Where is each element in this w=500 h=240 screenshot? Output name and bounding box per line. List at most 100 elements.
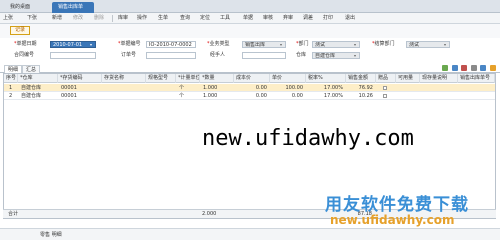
col-header[interactable]: 成本价 bbox=[234, 74, 270, 83]
calendar-icon[interactable]: ▾ bbox=[90, 43, 94, 47]
cell-price[interactable]: 0.00 bbox=[271, 92, 305, 100]
subtab-detail[interactable]: 明细 bbox=[4, 65, 23, 73]
watermark-chinese: 用友软件免费下载 bbox=[325, 195, 469, 215]
import-icon[interactable] bbox=[490, 65, 496, 71]
order-no-field[interactable] bbox=[146, 52, 196, 59]
gift-checkbox[interactable] bbox=[383, 94, 387, 98]
toolbar-tools-button[interactable]: 工具 bbox=[220, 14, 230, 23]
dropdown-arrow-icon[interactable]: ▾ bbox=[280, 43, 284, 47]
dept-label: *部门 bbox=[296, 41, 309, 47]
col-header[interactable]: *计量单位 bbox=[176, 74, 200, 83]
add-row-icon[interactable] bbox=[442, 65, 449, 71]
copy-row-icon[interactable] bbox=[451, 65, 458, 71]
cell-amount[interactable]: 10.26 bbox=[347, 92, 375, 100]
col-header[interactable]: *仓库 bbox=[18, 74, 58, 83]
cell-no: 1 bbox=[9, 85, 13, 91]
handler-label: 经手人 bbox=[210, 52, 226, 58]
cell-name[interactable] bbox=[103, 92, 145, 100]
subtab-summary[interactable]: 汇总 bbox=[22, 65, 41, 73]
toolbar-next-button[interactable]: 下张 bbox=[27, 14, 37, 23]
cell-spec[interactable] bbox=[147, 92, 175, 100]
cell-unit[interactable]: 个 bbox=[177, 84, 199, 92]
cell-amount[interactable]: 76.92 bbox=[347, 84, 375, 92]
cell-tax[interactable]: 17.00% bbox=[307, 92, 345, 100]
cell-cost[interactable]: 0.00 bbox=[235, 92, 269, 100]
cell-no: 2 bbox=[9, 93, 13, 99]
dept-select[interactable]: 测试 ▾ bbox=[312, 41, 360, 48]
col-header[interactable]: 赠品 bbox=[376, 74, 396, 83]
export-icon[interactable] bbox=[480, 65, 487, 71]
col-header[interactable]: 现存量说明 bbox=[420, 74, 458, 83]
handler-field[interactable] bbox=[242, 52, 286, 59]
cell-price[interactable]: 100.00 bbox=[271, 84, 305, 92]
toolbar-edit-button[interactable]: 修改 bbox=[73, 14, 83, 23]
settings-icon[interactable] bbox=[470, 65, 477, 71]
toolbar-adjust-button[interactable]: 调差 bbox=[303, 14, 313, 23]
toolbar-query-button[interactable]: 查询 bbox=[180, 14, 190, 23]
header-form: *单据日期 2010-07-01 ▾ *单据编号 IO-2010-07-0002 … bbox=[0, 38, 500, 64]
doc-no-label: *单据编号 bbox=[118, 41, 141, 47]
cell-unit[interactable]: 个 bbox=[177, 92, 199, 100]
tab-my-desktop[interactable]: 我的桌面 bbox=[4, 2, 44, 13]
record-button[interactable]: 记录 bbox=[10, 26, 30, 35]
table-row[interactable]: 1 自建仓库 00001 个 1.000 0.00 100.00 17.00% … bbox=[4, 84, 495, 92]
toolbar-new-button[interactable]: 新增 bbox=[52, 14, 62, 23]
grid-header: 序号 *仓库 *存货编码 存货名称 规格型号 *计量单位 *数量 成本价 单价 … bbox=[4, 74, 495, 83]
watermark-url: new.ufidawhy.com bbox=[202, 126, 414, 151]
date-field[interactable]: 2010-07-01 ▾ bbox=[50, 41, 96, 48]
cell-warehouse[interactable]: 自建仓库 bbox=[19, 84, 57, 92]
cell-cost[interactable]: 0.00 bbox=[235, 84, 269, 92]
toolbar-operate-button[interactable]: 操作 bbox=[137, 14, 147, 23]
col-header[interactable]: *数量 bbox=[200, 74, 234, 83]
toolbar-print-button[interactable]: 打印 bbox=[323, 14, 333, 23]
doc-no-field[interactable]: IO-2010-07-0002 bbox=[146, 41, 196, 48]
toolbar-prev-button[interactable]: 上张 bbox=[3, 14, 13, 23]
status-text: 零售 明细 bbox=[40, 232, 62, 238]
toolbar-stock-button[interactable]: 库审 bbox=[118, 14, 128, 23]
cell-code[interactable]: 00001 bbox=[59, 92, 101, 100]
total-label: 合计 bbox=[8, 211, 19, 217]
tab-sales-outbound[interactable]: 销售出库单 bbox=[52, 2, 94, 13]
toolbar-delete-button[interactable]: 删除 bbox=[94, 14, 104, 23]
col-header[interactable]: 销售金额 bbox=[346, 74, 376, 83]
dropdown-arrow-icon[interactable]: ▾ bbox=[354, 54, 358, 58]
watermark-url-small: new.ufidawhy.com bbox=[330, 213, 455, 227]
col-header[interactable]: 规格型号 bbox=[146, 74, 176, 83]
delete-row-icon[interactable] bbox=[461, 65, 468, 71]
settle-dept-select[interactable]: 测试 ▾ bbox=[406, 41, 450, 48]
biz-type-select[interactable]: 销售出库 ▾ bbox=[242, 41, 286, 48]
biz-type-label: *业务类型 bbox=[207, 41, 230, 47]
col-header[interactable]: 单价 bbox=[270, 74, 306, 83]
date-label: *单据日期 bbox=[14, 41, 37, 47]
toolbar-exit-button[interactable]: 退出 bbox=[345, 14, 355, 23]
cell-name[interactable] bbox=[103, 84, 145, 92]
cell-warehouse[interactable]: 自建仓库 bbox=[19, 92, 57, 100]
col-header[interactable]: 存货名称 bbox=[102, 74, 146, 83]
toolbar-locate-button[interactable]: 定位 bbox=[200, 14, 210, 23]
cell-spec[interactable] bbox=[147, 84, 175, 92]
tab-bar: 我的桌面 销售出库单 bbox=[0, 0, 500, 13]
table-row[interactable]: 2 自建仓库 00001 个 1.000 0.00 0.00 17.00% 10… bbox=[4, 92, 495, 100]
cell-qty[interactable]: 1.000 bbox=[201, 84, 233, 92]
toolbar-separator bbox=[112, 15, 113, 22]
toolbar-audit-button[interactable]: 审核 bbox=[263, 14, 273, 23]
contract-field[interactable] bbox=[50, 52, 96, 59]
col-header[interactable]: 税率% bbox=[306, 74, 346, 83]
dropdown-arrow-icon[interactable]: ▾ bbox=[444, 43, 448, 47]
status-bar: 零售 明细 bbox=[0, 228, 500, 240]
cell-tax[interactable]: 17.00% bbox=[307, 84, 345, 92]
detail-subtabs: 明细 汇总 bbox=[0, 64, 500, 73]
warehouse-select[interactable]: 自建仓库 ▾ bbox=[312, 52, 360, 59]
cell-qty[interactable]: 1.000 bbox=[201, 92, 233, 100]
cell-code[interactable]: 00001 bbox=[59, 84, 101, 92]
col-header[interactable]: 可用量 bbox=[396, 74, 420, 83]
toolbar-unaudit-button[interactable]: 弃审 bbox=[283, 14, 293, 23]
toolbar-doc-button[interactable]: 单据 bbox=[243, 14, 253, 23]
dropdown-arrow-icon[interactable]: ▾ bbox=[354, 43, 358, 47]
col-header[interactable]: 序号 bbox=[4, 74, 18, 83]
col-header[interactable]: 销售出库单号 bbox=[458, 74, 495, 83]
toolbar-generate-button[interactable]: 生单 bbox=[158, 14, 168, 23]
gift-checkbox[interactable] bbox=[383, 86, 387, 90]
grid-icon-bar bbox=[440, 65, 496, 72]
col-header[interactable]: *存货编码 bbox=[58, 74, 102, 83]
